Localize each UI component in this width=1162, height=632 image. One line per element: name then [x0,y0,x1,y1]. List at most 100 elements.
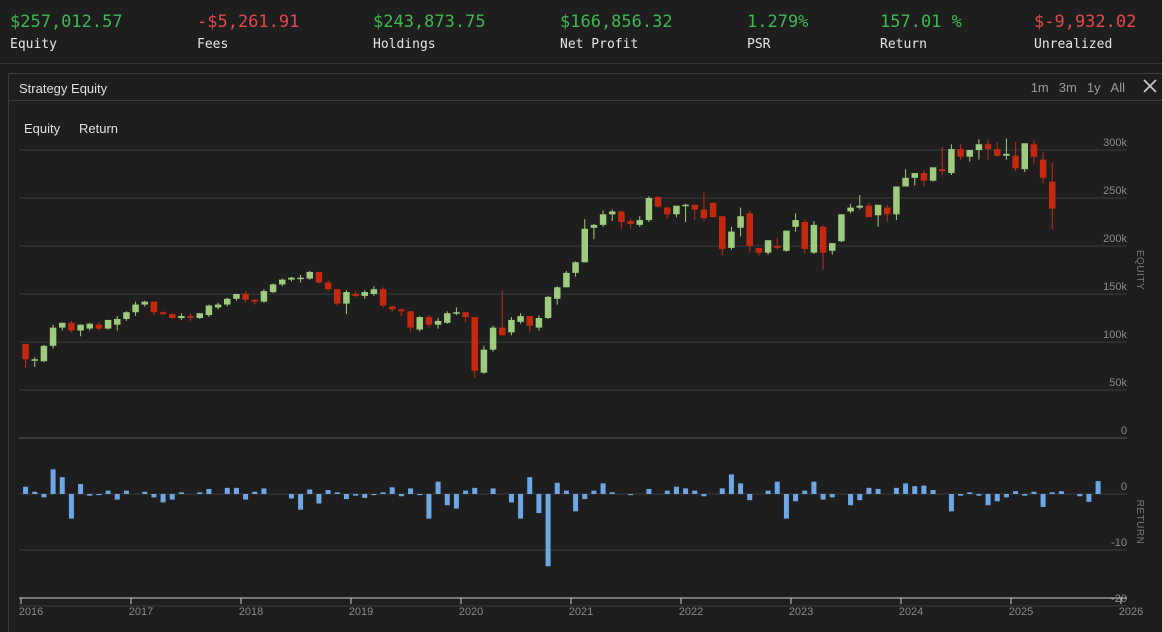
candle-body [159,312,167,315]
return-bar [536,494,542,514]
return-bar [600,483,606,494]
candle-body [664,207,671,215]
return-bar [829,494,835,498]
return-bar [1040,494,1046,507]
return-bar [197,492,203,494]
return-bar [160,494,166,503]
return-bar [719,488,725,494]
candle-body [224,298,231,305]
return-bar [41,494,47,498]
strategy-equity-chart: 0 50k 100k 150k 200k 250k 300k EQUITY 0 -10 -20 RET… [19,137,1145,618]
equity-y-tick: 200k [1103,233,1127,245]
x-axis-tick: 2026 [1119,606,1143,618]
candle-body [1039,159,1047,178]
return-bar [518,494,524,519]
return-bar [774,481,780,494]
x-axis-tick: 2023 [789,606,813,618]
candle-body [856,205,863,208]
return-bar [921,485,927,494]
candle-body [150,301,158,313]
candle-body [755,247,763,253]
candle-body [673,205,680,215]
candle-body [86,323,93,329]
return-y-tick: -10 [1111,537,1127,549]
return-bar [582,494,588,500]
candle-body [1049,181,1056,209]
return-bar [362,494,368,498]
return-bar [857,494,863,501]
return-bar [1077,494,1083,497]
return-bar [123,490,129,494]
candle-body [609,211,616,215]
x-axis-tick: 2017 [129,606,153,618]
x-axis-tick: 2018 [239,606,263,618]
candle-body [288,277,295,280]
candle-body [948,149,955,174]
candle-body [599,214,607,225]
return-bar [573,494,579,512]
candle-body [352,294,359,296]
candle-body [489,327,497,350]
return-bar [802,490,808,494]
candle-body [260,291,268,302]
candle-body [22,343,29,360]
candle-body [480,349,488,373]
candle-body [645,198,653,221]
candle-body [251,299,258,302]
return-bar [1022,494,1028,496]
x-axis-tick: 2022 [679,606,703,618]
x-axis-tick: 2019 [349,606,373,618]
candle-body [957,149,964,157]
candle-body [425,317,433,325]
candle-body [407,311,414,328]
candle-body [297,277,304,280]
return-bar [1095,481,1101,494]
return-bar [105,490,111,494]
candle-body [709,202,717,218]
return-bar [967,492,973,494]
return-bar [893,487,899,494]
return-bar [389,487,395,494]
candle-body [169,314,176,318]
candle-body [1021,143,1028,170]
candle-body [535,318,543,328]
candle-body [618,211,625,222]
return-bar [233,487,239,494]
candle-body [306,271,313,279]
candle-body [462,312,469,318]
candle-body [902,177,909,187]
candle-body [737,216,744,228]
return-bar [426,494,432,519]
candle-body [324,282,332,290]
candle-body [764,240,772,253]
return-bar [545,494,551,567]
candle-body [104,319,112,329]
return-bar [793,494,799,502]
candle-body [444,313,451,323]
candle-body [700,209,708,219]
candle-body [269,284,277,293]
return-bar [738,483,744,494]
return-bar [288,494,294,499]
return-bar [224,487,230,494]
equity-axis-title: EQUITY [1134,250,1145,290]
x-axis-tick: 2024 [899,606,923,618]
return-bar [59,477,65,494]
return-bar [765,490,771,494]
equity-y-tick: 50k [1109,377,1127,389]
candle-body [920,173,928,181]
return-bar [142,491,148,494]
x-axis-tick: 2025 [1009,606,1033,618]
candle-body [205,305,213,316]
candle-body [508,319,515,333]
candle-body [517,316,524,322]
candle-body [975,144,983,150]
candle-body [453,312,460,314]
return-bar [958,494,964,496]
candle-body [884,207,891,215]
return-bar [866,487,872,494]
return-bar [353,494,359,496]
candle-body [847,207,854,212]
candle-body [984,144,992,150]
equity-y-tick: 100k [1103,329,1127,341]
